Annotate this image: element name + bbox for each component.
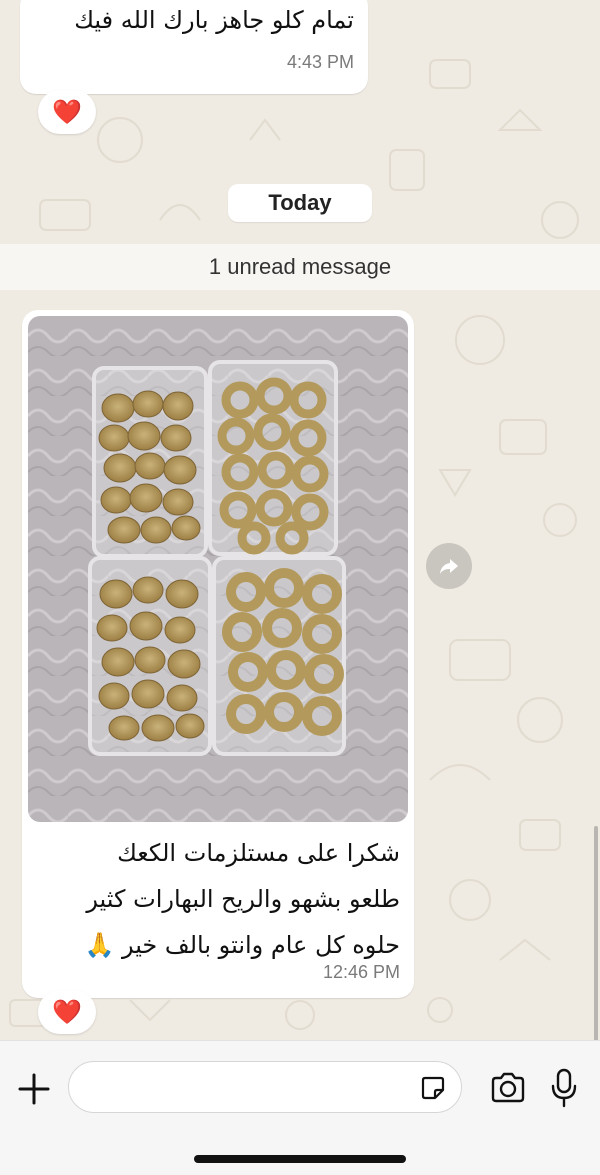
forward-icon bbox=[440, 559, 458, 574]
microphone-icon[interactable] bbox=[548, 1067, 580, 1109]
incoming-message-bubble[interactable]: تمام كلو جاهز بارك الله فيك 4:43 PM bbox=[20, 0, 368, 94]
reaction-badge[interactable]: ❤️ bbox=[38, 990, 96, 1034]
unread-messages-banner: 1 unread message bbox=[0, 244, 600, 290]
scrollbar-thumb[interactable] bbox=[594, 826, 598, 1044]
composer-bar bbox=[0, 1040, 600, 1175]
incoming-image-message-bubble[interactable]: شكرا على مستلزمات الكعك طلعو بشهو والريح… bbox=[22, 310, 414, 998]
forward-button[interactable] bbox=[426, 543, 472, 589]
caption-line: شكرا على مستلزمات الكعك bbox=[117, 839, 400, 867]
camera-icon[interactable] bbox=[488, 1069, 528, 1107]
sticker-icon[interactable] bbox=[419, 1074, 447, 1102]
message-caption: شكرا على مستلزمات الكعك طلعو بشهو والريح… bbox=[36, 830, 400, 968]
message-photo[interactable] bbox=[28, 316, 408, 822]
reaction-badge[interactable]: ❤️ bbox=[38, 90, 96, 134]
message-time: 4:43 PM bbox=[286, 52, 354, 72]
date-separator: Today bbox=[228, 184, 372, 222]
heart-reaction-icon: ❤️ bbox=[52, 998, 82, 1026]
message-time: 12:46 PM bbox=[322, 962, 400, 982]
home-indicator[interactable] bbox=[194, 1155, 406, 1163]
message-input[interactable] bbox=[87, 1062, 421, 1114]
message-input-wrapper[interactable] bbox=[68, 1061, 462, 1114]
plus-icon[interactable] bbox=[14, 1069, 54, 1109]
caption-line: طلعو بشهو والريح البهارات كثير bbox=[86, 885, 400, 913]
heart-reaction-icon: ❤️ bbox=[52, 98, 82, 126]
message-text: تمام كلو جاهز بارك الله فيك bbox=[74, 6, 354, 34]
